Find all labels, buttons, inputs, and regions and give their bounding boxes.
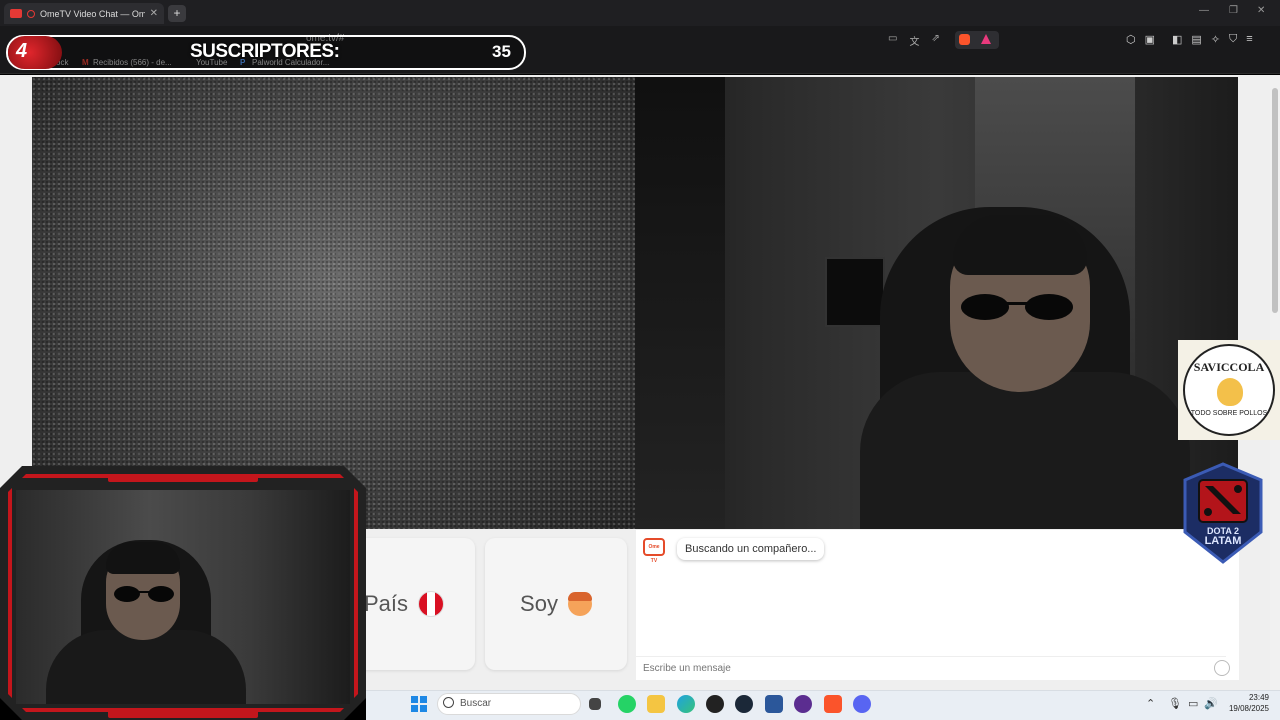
- person-body: [860, 372, 1190, 529]
- facecam-body: [46, 630, 246, 704]
- volume-icon[interactable]: 🔊: [1204, 697, 1218, 710]
- ometv-logo-icon: Ome TV: [643, 538, 665, 564]
- monitor: [825, 257, 885, 327]
- facecam-sunglasses-icon: [114, 586, 174, 602]
- file-explorer-icon[interactable]: [589, 698, 601, 710]
- sidebar-icon[interactable]: ◧: [1172, 33, 1182, 46]
- facecam-hair: [106, 542, 180, 574]
- menu-icon[interactable]: ≡: [1246, 33, 1252, 46]
- leo-ai-icon[interactable]: ✧: [1211, 33, 1220, 46]
- address-bar-icons: ▭ 文 ⇗: [888, 33, 940, 48]
- tab-manager-icon[interactable]: ▤: [1191, 33, 1201, 46]
- brave-shield-icon[interactable]: [959, 34, 970, 45]
- gender-filter-button[interactable]: Soy: [485, 538, 627, 670]
- close-tab-icon[interactable]: ✕: [150, 8, 158, 19]
- toolbar-right-icons: ⬡ ▣ ◧ ▤ ✧ ⛉ ≡: [1126, 33, 1253, 46]
- tab-title: OmeTV Video Chat — Omeg: [40, 8, 145, 19]
- brave-icon[interactable]: [824, 695, 842, 713]
- minimize-icon[interactable]: —: [1199, 5, 1209, 16]
- country-label: País: [363, 591, 409, 616]
- gender-label: Soy: [520, 591, 558, 616]
- recording-icon: [27, 9, 35, 18]
- microphone-icon[interactable]: 🎙: [1168, 697, 1182, 710]
- word-icon[interactable]: [765, 695, 783, 713]
- saviccola-logo: SAVICCOLA TODO SOBRE POLLOS: [1178, 340, 1280, 440]
- chicken-icon: [1217, 378, 1243, 406]
- status-message: Buscando un compañero...: [677, 538, 825, 560]
- search-icon: [443, 697, 454, 708]
- saviccola-subtitle: TODO SOBRE POLLOS: [1190, 410, 1268, 417]
- ometv-favicon-icon: [10, 9, 22, 18]
- subscribers-value: 35: [492, 42, 511, 61]
- counter-number: 4: [16, 40, 28, 62]
- peru-flag-icon: [418, 591, 445, 617]
- message-input[interactable]: [636, 656, 1226, 680]
- streaming-app-icon[interactable]: [794, 695, 812, 713]
- sunglasses-icon: [961, 294, 1073, 320]
- tray-chevron-icon[interactable]: ⌃: [1146, 697, 1155, 710]
- clock-time: 23:49: [1248, 693, 1269, 702]
- taskbar-clock[interactable]: 23:49 19/08/2025: [1225, 692, 1269, 714]
- discord-icon[interactable]: [853, 695, 871, 713]
- wallet-icon[interactable]: ▣: [1145, 33, 1155, 46]
- network-icon[interactable]: ▭: [1188, 697, 1198, 710]
- folder-icon[interactable]: [647, 695, 665, 713]
- translate-icon[interactable]: 文: [909, 33, 919, 48]
- taskbar-search[interactable]: [437, 693, 581, 715]
- edge-icon[interactable]: [677, 695, 695, 713]
- saviccola-badge: SAVICCOLA TODO SOBRE POLLOS: [1183, 344, 1275, 436]
- browser-tab[interactable]: OmeTV Video Chat — Omeg ✕: [4, 3, 164, 24]
- dota-latam-text: DOTA 2 LATAM: [1186, 526, 1260, 547]
- facecam-bottom-accent: [108, 710, 258, 718]
- new-tab-button[interactable]: +: [168, 5, 186, 22]
- facecam-top-accent: [108, 474, 258, 482]
- dota-line2: LATAM: [1204, 535, 1242, 547]
- dota-latam-logo: [1183, 462, 1263, 564]
- saviccola-title: SAVICCOLA: [1193, 360, 1265, 374]
- brave-rewards-icon[interactable]: [981, 34, 991, 44]
- vpn-shield-icon[interactable]: ⛉: [1229, 33, 1237, 46]
- self-camera-video: [635, 77, 1238, 529]
- maximize-icon[interactable]: ❐: [1229, 5, 1238, 16]
- windows-start-icon[interactable]: [411, 696, 427, 712]
- cast-icon[interactable]: ▭: [888, 33, 897, 48]
- whatsapp-icon[interactable]: [618, 695, 636, 713]
- shelf: [635, 77, 725, 529]
- obs-icon[interactable]: [706, 695, 724, 713]
- share-icon[interactable]: ⇗: [931, 33, 939, 48]
- steam-icon[interactable]: [735, 695, 753, 713]
- clock-date: 19/08/2025: [1228, 704, 1269, 713]
- extensions-icon[interactable]: ⬡: [1126, 33, 1136, 46]
- person-hair: [953, 215, 1087, 275]
- stranger-video-static: [32, 77, 635, 529]
- facecam-video: [16, 490, 350, 704]
- boy-emoji-icon: [567, 592, 592, 616]
- emoji-icon[interactable]: [1214, 660, 1230, 676]
- scrollbar-thumb[interactable]: [1272, 88, 1278, 313]
- subscribers-label: SUSCRIPTORES:: [190, 41, 340, 62]
- close-window-icon[interactable]: ✕: [1257, 5, 1265, 16]
- browser-tab-bar: [0, 0, 1280, 26]
- taskbar-search-label: Buscar: [460, 698, 492, 709]
